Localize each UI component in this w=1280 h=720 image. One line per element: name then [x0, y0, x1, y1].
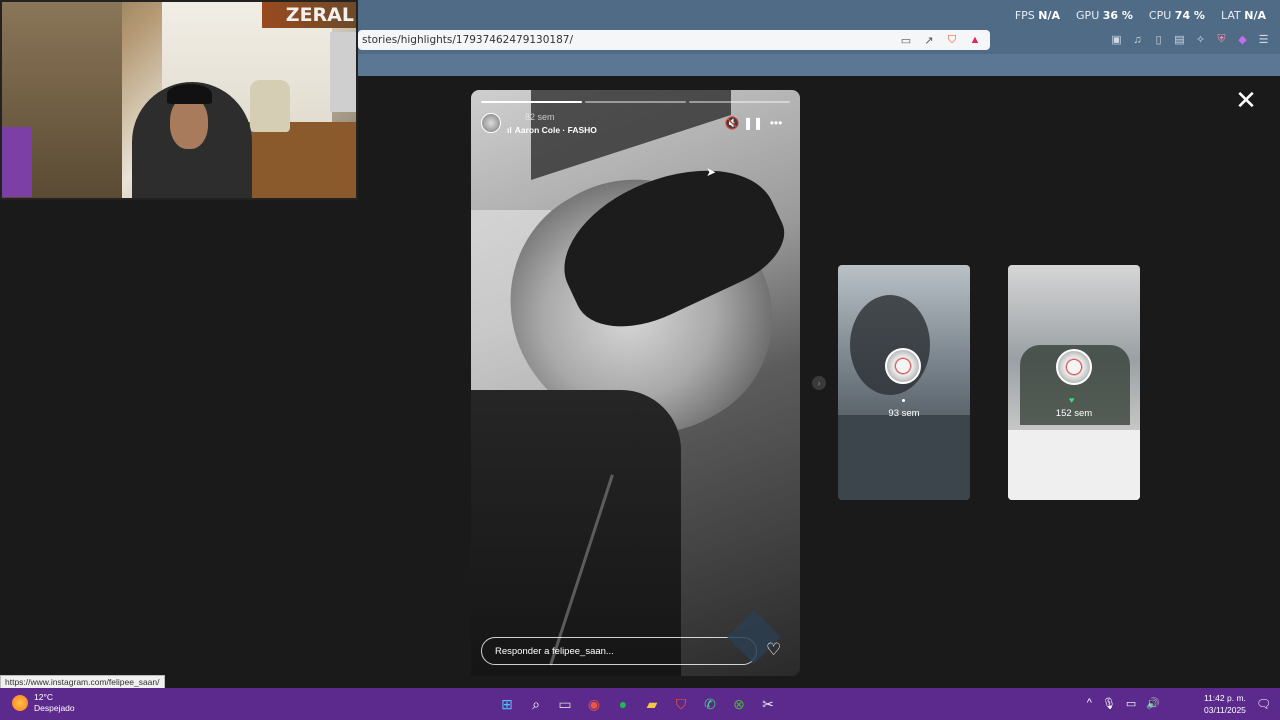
whatsapp-icon[interactable]: ✆ — [699, 693, 721, 715]
share-icon[interactable]: ↗ — [922, 33, 936, 47]
start-menu-icon[interactable]: ⊞ — [496, 693, 518, 715]
stat-gpu: GPU 36 % — [1076, 9, 1133, 22]
audio-bars-icon: ıl — [507, 125, 512, 135]
rewards-triangle-icon[interactable]: ▲ — [968, 33, 982, 47]
progress-segment — [481, 101, 582, 103]
webcam-overlay: ZERAL — [0, 0, 358, 200]
more-options-icon[interactable]: ••• — [767, 116, 785, 130]
next-story-arrow[interactable]: › — [812, 376, 826, 390]
spotify-icon[interactable]: ● — [612, 693, 634, 715]
brave-shield-icon[interactable]: ⛉ — [945, 33, 959, 47]
weather-icon — [12, 695, 28, 711]
webcam-chair — [250, 80, 290, 132]
preview-time: 152 sem — [1055, 408, 1093, 419]
taskbar-apps: ⊞ ⌕ ▭ ◉ ● ▰ ⛉ ✆ ⊗ ✂ — [496, 693, 779, 715]
photo-shelf — [531, 90, 731, 181]
brave-browser-icon[interactable]: ⛉ — [670, 693, 692, 715]
progress-segment — [689, 101, 790, 103]
story-avatar[interactable] — [481, 113, 501, 133]
chevron-up-icon[interactable]: ^ — [1087, 697, 1092, 710]
story-timestamp: 82 sem — [525, 112, 555, 122]
progress-segment — [585, 101, 686, 103]
pause-icon[interactable]: ❚❚ — [743, 116, 763, 130]
vpn-shield-icon[interactable]: ⛨ — [1215, 33, 1228, 46]
wallet-icon[interactable]: ▤ — [1173, 33, 1186, 46]
obs-icon[interactable]: ◉ — [583, 693, 605, 715]
screen: FPS N/A GPU 36 % CPU 74 % LAT N/A storie… — [0, 0, 1280, 720]
preview-dot — [902, 399, 905, 402]
ai-sparkle-icon[interactable]: ✧ — [1194, 33, 1207, 46]
address-bar[interactable]: stories/highlights/17937462479130187/ ▭ … — [358, 30, 990, 50]
stat-fps: FPS N/A — [1014, 9, 1061, 22]
heart-icon[interactable]: ♡ — [766, 640, 781, 660]
preview-time: 93 sem — [888, 408, 920, 419]
system-tray: ^ 🎙 ▭ 🔊 — [1087, 697, 1160, 710]
webcam-monitor — [2, 127, 32, 197]
music-icon[interactable]: ♫ — [1131, 33, 1144, 46]
reply-input[interactable]: Responder a felipee_saan... — [481, 637, 757, 665]
story-music-label[interactable]: ıl Aaron Cole · FASHO — [507, 125, 597, 135]
mouse-cursor-icon: ➤ — [706, 165, 717, 179]
preview-avatar — [1056, 349, 1092, 385]
clock-time: 11:42 p. m. — [1204, 693, 1246, 703]
performance-overlay: FPS N/A GPU 36 % CPU 74 % LAT N/A — [1015, 9, 1266, 22]
extension-gem-icon[interactable]: ◆ — [1236, 33, 1249, 46]
close-viewer-button[interactable]: ✕ — [1233, 88, 1259, 114]
webcam-beanie — [167, 84, 212, 104]
webcam-face — [170, 97, 208, 149]
network-icon[interactable]: ▭ — [1126, 697, 1136, 710]
photo-subject-jacket — [471, 390, 681, 676]
webcam-towel — [330, 32, 356, 112]
status-bar-url: https://www.instagram.com/felipee_saan/ — [0, 675, 165, 689]
weather-widget[interactable]: 12°C Despejado — [12, 692, 75, 714]
weather-temp: 12°C — [34, 692, 53, 702]
url-text[interactable]: stories/highlights/17937462479130187/ — [362, 34, 573, 46]
reply-placeholder: Responder a felipee_saan... — [495, 646, 614, 657]
preview-avatar — [885, 348, 921, 384]
address-actions: ▭ ↗ ⛉ ▲ — [899, 33, 982, 47]
xbox-icon[interactable]: ⊗ — [728, 693, 750, 715]
menu-icon[interactable]: ☰ — [1257, 33, 1270, 46]
taskbar-clock[interactable]: 11:42 p. m. 03/11/2025 — [1204, 692, 1246, 716]
preview-subject — [850, 295, 930, 395]
browser-extensions: ▣ ♫ ▯ ▤ ✧ ⛨ ◆ ☰ — [1110, 33, 1270, 46]
notification-icon[interactable]: 🗨 — [1256, 697, 1271, 711]
cast-icon[interactable]: ▭ — [899, 33, 913, 47]
volume-icon[interactable]: 🔊 — [1146, 697, 1160, 710]
mute-icon[interactable]: 🔇 — [723, 116, 741, 130]
weather-desc: Despejado — [34, 703, 75, 713]
preview-jacket — [838, 415, 970, 500]
weather-text: 12°C Despejado — [34, 692, 75, 714]
music-track: Aaron Cole · FASHO — [514, 125, 597, 135]
stat-cpu: CPU 74 % — [1148, 9, 1205, 22]
streamer-brand-logo: ZERAL — [262, 2, 356, 28]
microphone-icon[interactable]: 🎙 — [1102, 697, 1116, 710]
green-heart-icon: ♥ — [1069, 395, 1075, 405]
search-icon[interactable]: ⌕ — [525, 693, 547, 715]
clock-date: 03/11/2025 — [1204, 705, 1246, 715]
stat-lat: LAT N/A — [1220, 9, 1266, 22]
preview-table — [1008, 430, 1140, 500]
sidebar-icon[interactable]: ▯ — [1152, 33, 1165, 46]
snipping-tool-icon[interactable]: ✂ — [757, 693, 779, 715]
tab-icon[interactable]: ▣ — [1110, 33, 1123, 46]
folder-icon[interactable]: ▰ — [641, 693, 663, 715]
story-progress-bar — [481, 101, 790, 103]
file-explorer-icon[interactable]: ▭ — [554, 693, 576, 715]
